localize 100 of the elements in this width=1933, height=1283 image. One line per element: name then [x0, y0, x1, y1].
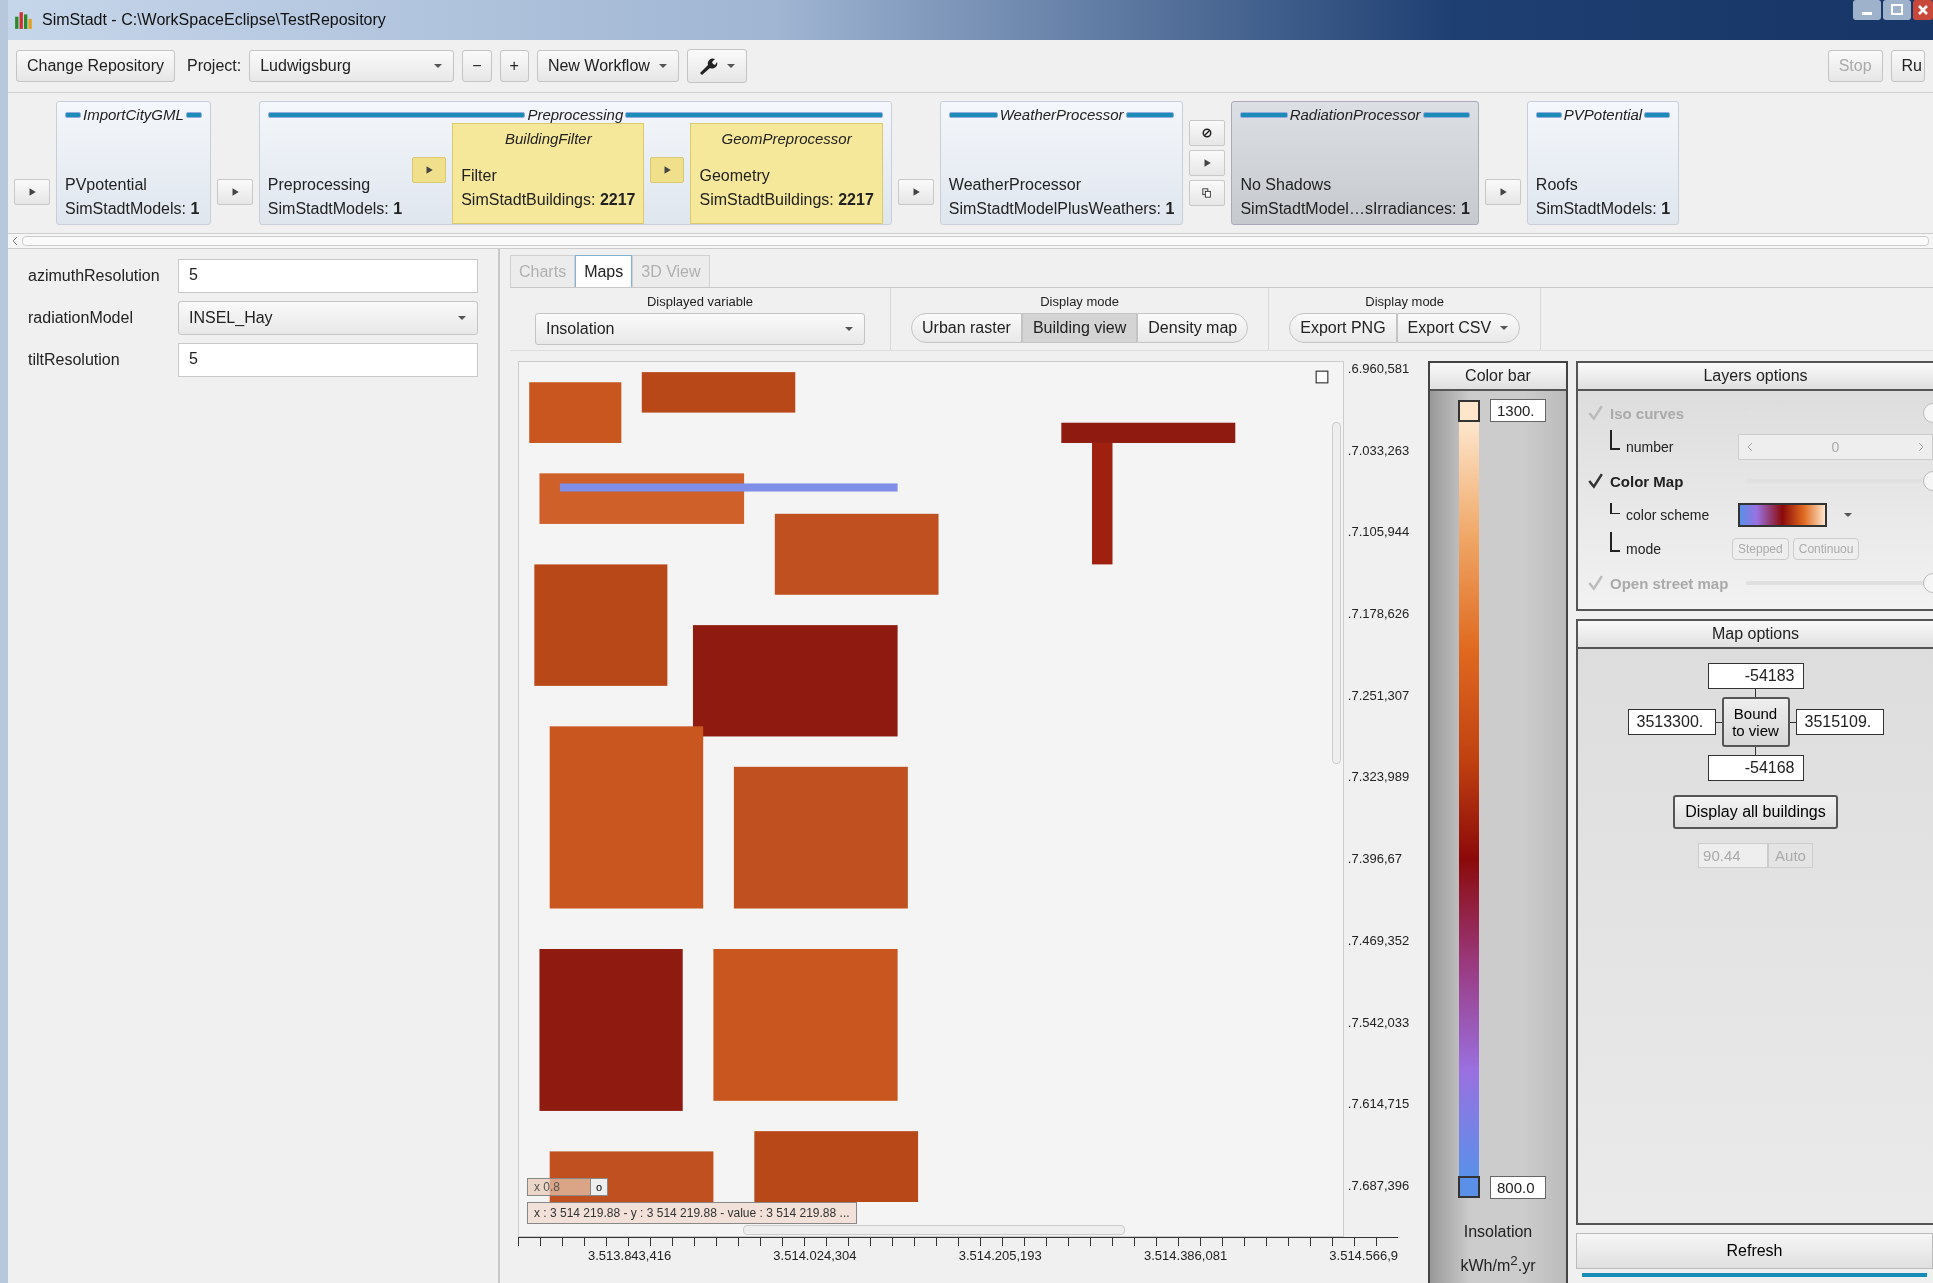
- step-output: SimStadtModel…sIrradiances: 1: [1240, 200, 1470, 218]
- close-icon[interactable]: [1913, 0, 1933, 20]
- parameter-dropdown[interactable]: INSEL_Hay: [178, 301, 478, 335]
- axis-label: 3.513.843,416: [588, 1248, 672, 1263]
- bound-field[interactable]: 3515109.: [1795, 709, 1884, 735]
- axis-label: 3.514.024,304: [773, 1248, 857, 1263]
- remove-button[interactable]: −: [462, 50, 492, 82]
- step-name: PVpotential: [65, 176, 148, 194]
- caret-icon: [1843, 512, 1853, 518]
- export-button[interactable]: Export CSV: [1396, 313, 1521, 343]
- axis-label: .7.251,307: [1347, 687, 1411, 703]
- tree-line: [1610, 502, 1620, 514]
- substep-card[interactable]: BuildingFilter Filter SimStadtBuildings: 2217: [452, 123, 645, 224]
- tree-line: [1610, 532, 1620, 552]
- refresh-button[interactable]: Refresh: [1576, 1233, 1933, 1269]
- layer-label: Color Map: [1610, 472, 1685, 490]
- new-workflow-button[interactable]: New Workflow: [536, 50, 679, 82]
- substep-card[interactable]: GeomPreprocessor Geometry SimStadtBuildings: 2217: [690, 123, 883, 224]
- axis-label: .7.469,352: [1347, 932, 1411, 948]
- run-step-button[interactable]: [650, 157, 685, 183]
- checkbox[interactable]: [1586, 472, 1604, 490]
- parameter-field[interactable]: 5: [178, 343, 478, 377]
- step-card[interactable]: WeatherProcessor WeatherProcessor SimStadtModelPlusWeathers: 1: [939, 101, 1184, 225]
- min-color-swatch[interactable]: [1458, 1176, 1480, 1199]
- setting-label: color scheme: [1626, 507, 1711, 523]
- header-line: [185, 111, 202, 118]
- step-card[interactable]: RadiationProcessor No Shadows SimStadtModel…sIrradiances: 1: [1231, 101, 1479, 225]
- bound-field[interactable]: -54168: [1707, 755, 1804, 781]
- step-card[interactable]: ImportCityGML PVpotential SimStadtModels: 1: [56, 101, 211, 225]
- header-line: [65, 111, 81, 118]
- step-title: WeatherProcessor: [999, 106, 1124, 123]
- max-color-swatch[interactable]: [1458, 399, 1480, 422]
- group-heading: Display mode: [1365, 294, 1445, 309]
- scrollbar[interactable]: [22, 236, 1929, 246]
- step-title: PVPotential: [1563, 106, 1643, 123]
- bound-to-view-button[interactable]: Bound to view: [1721, 697, 1790, 747]
- opacity-slider[interactable]: [1746, 471, 1933, 491]
- copy-button[interactable]: [1189, 180, 1226, 206]
- caret-icon: [844, 326, 854, 332]
- app-icon: [14, 10, 34, 30]
- axis-label: .7.178,626: [1347, 606, 1411, 622]
- max-value-field[interactable]: 1300.: [1490, 399, 1546, 422]
- axis-label: .7.033,263: [1347, 442, 1411, 458]
- axis-label: .7.396,67: [1347, 851, 1403, 867]
- disable-button[interactable]: [1189, 120, 1226, 146]
- step-name: Preprocessing: [267, 176, 372, 194]
- variable-dropdown[interactable]: Insolation: [535, 313, 865, 345]
- maximize-icon[interactable]: [1883, 0, 1911, 20]
- caret-icon: [457, 315, 467, 321]
- bound-field[interactable]: -54183: [1707, 663, 1804, 689]
- step-group-card[interactable]: Preprocessing Preprocessing SimStadtModels: 1 BuildingFilter Filter SimStadtBuildings: 2217 GeomPreprocessor Geometry SimStadtBuildings: 2217: [258, 101, 892, 225]
- step-title: ImportCityGML: [83, 106, 184, 123]
- minimize-icon[interactable]: [1853, 0, 1881, 20]
- setting-label: mode: [1626, 541, 1663, 557]
- scroll-left-icon[interactable]: [12, 236, 18, 246]
- run-step-button[interactable]: [897, 179, 934, 205]
- step-title: Preprocessing: [527, 106, 624, 123]
- axis-label: .7.614,715: [1347, 1096, 1411, 1112]
- run-step-button[interactable]: [412, 157, 447, 183]
- run-step-button[interactable]: [14, 179, 50, 205]
- min-value-field[interactable]: 800.0: [1490, 1175, 1546, 1199]
- parameter-label: tiltResolution: [28, 351, 121, 369]
- step-output: SimStadtBuildings: 2217: [699, 191, 874, 209]
- step-output: SimStadtModelPlusWeathers: 1: [948, 200, 1175, 218]
- step-name: Roofs: [1535, 176, 1579, 194]
- axis-label: .7.687,396: [1347, 1177, 1411, 1193]
- export-button[interactable]: Export PNG: [1289, 313, 1397, 343]
- tools-button[interactable]: [686, 49, 747, 83]
- header-line: [948, 111, 998, 118]
- axis-label: .7.542,033: [1347, 1014, 1411, 1030]
- opacity-slider[interactable]: [1746, 573, 1933, 593]
- bound-field[interactable]: 3513300.: [1627, 709, 1716, 735]
- display-mode-button[interactable]: Building view: [1021, 313, 1138, 343]
- step-output: SimStadtModels: 1: [65, 200, 201, 218]
- project-dropdown[interactable]: Ludwigsburg: [249, 50, 455, 82]
- panel-header: Layers options: [1578, 363, 1933, 391]
- change-repository-button[interactable]: Change Repository: [16, 50, 175, 82]
- run-button[interactable]: Ru: [1890, 50, 1925, 82]
- step-card[interactable]: PVPotential Roofs SimStadtModels: 1: [1526, 101, 1680, 225]
- group-heading: Displayed variable: [646, 294, 754, 309]
- display-mode-button[interactable]: Density map: [1137, 313, 1249, 343]
- display-mode-button[interactable]: Urban raster: [911, 313, 1022, 343]
- window-title: SimStadt - C:\WorkSpaceEclipse\TestRepository: [42, 11, 386, 29]
- tab[interactable]: Maps: [575, 255, 633, 287]
- axis-label: 3.514.566,9: [1329, 1248, 1398, 1263]
- display-all-buildings-button[interactable]: Display all buildings: [1673, 795, 1838, 829]
- step-output: SimStadtModels: 1: [1535, 200, 1671, 218]
- add-button[interactable]: +: [499, 50, 529, 82]
- parameter-label: radiationModel: [28, 309, 134, 327]
- axis-label: .7.323,989: [1347, 769, 1411, 785]
- no-entry-icon: [1202, 128, 1213, 138]
- run-step-button[interactable]: [1484, 179, 1521, 205]
- fit-view-icon[interactable]: [1314, 370, 1329, 384]
- parameter-field[interactable]: 5: [178, 259, 478, 293]
- caret-icon: [1499, 325, 1510, 331]
- run-step-button[interactable]: [216, 179, 253, 205]
- step-output: SimStadtModels: 1: [267, 200, 403, 218]
- variable-label: Insolation: [1462, 1222, 1534, 1241]
- step-name: No Shadows: [1240, 176, 1333, 194]
- step-name: Geometry: [699, 167, 771, 185]
